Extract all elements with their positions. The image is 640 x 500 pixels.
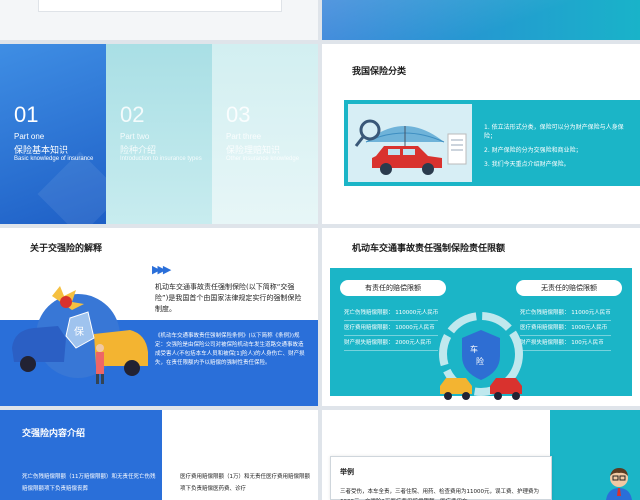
part-number: 03: [226, 102, 251, 127]
bullet-item: 2. 财产保险的分为交强险和商业险；: [484, 147, 582, 154]
part-two-panel: 02 Part two 险种介绍 Introduction to insuran…: [106, 44, 212, 224]
example-text: 三者受伤，本车全责，三者住院、用药、检查费用为11000元，误工费、护理费为60…: [340, 489, 539, 500]
slide-thumbnail-2[interactable]: [322, 0, 640, 40]
part-title: 保险理赔知识: [226, 146, 281, 156]
slide-thumbnail-3[interactable]: 01 Part one 保险基本知识 Basic knowledge of in…: [0, 44, 318, 224]
medical-expense-text: 医疗费用赔偿限额（1万）和无责任医疗费用赔偿限额项下负责赔偿医药费、诊疗: [180, 474, 311, 492]
gradient-band: [322, 0, 640, 40]
intro-paragraph: 机动车交通事故责任强制保险(以下简称“交强险”)是我国首个由国家法律规定实行的强…: [155, 283, 302, 313]
part-label: Part two: [120, 132, 150, 141]
part-number: 02: [120, 102, 145, 127]
part-subtitle: Basic knowledge of insurance: [14, 156, 94, 162]
part-title: 险种介绍: [120, 146, 157, 156]
part-label: Part three: [226, 132, 262, 141]
presenter-avatar: [604, 466, 634, 500]
emblem-text-2: 险: [476, 356, 484, 366]
bullet-item: 3. 我们今天重点介绍财产保险。: [484, 161, 570, 168]
no-liability-header: 无责任的赔偿限额: [516, 280, 622, 296]
slide-thumbnail-7[interactable]: 交强险内容介绍 死亡伤残赔偿限额（11万赔偿限额）和无责任死亡伤残赔偿限额项下负…: [0, 410, 318, 500]
slide-title: 关于交强险的解释: [30, 244, 103, 254]
slide-title: 我国保险分类: [352, 67, 407, 77]
part-one-panel: 01 Part one 保险基本知识 Basic knowledge of in…: [0, 44, 123, 224]
part-subtitle: Introduction to insurance types: [120, 156, 202, 162]
slide-title: 交强险内容介绍: [22, 429, 86, 439]
car-umbrella-illustration: [348, 104, 472, 182]
car-insurance-emblem: 车 险: [438, 312, 524, 402]
part-title: 保险基本知识: [14, 146, 69, 156]
part-subtitle: Other insurance knowledge: [226, 156, 300, 162]
slide-thumbnail-1[interactable]: [0, 0, 318, 40]
part-label: Part one: [14, 132, 45, 141]
limit-item: 财产损失赔偿限额： 2000元人民币: [344, 336, 439, 351]
limit-item: 医疗费用赔偿限额： 10000元人民币: [344, 321, 439, 336]
slide-thumbnail-8[interactable]: 举例 三者受伤，本车全责，三者住院、用药、检查费用为11000元，误工费、护理费…: [322, 410, 640, 500]
with-liability-header: 有责任的赔偿限额: [340, 280, 446, 296]
badge-text: 保: [74, 325, 84, 338]
slide-title: 机动车交通事故责任强制保险责任限额: [352, 244, 506, 254]
chevron-arrows-icon: ▶▶▶: [152, 263, 171, 276]
limit-item: 死亡伤残赔偿限额： 110000元人民币: [344, 306, 439, 321]
slide-thumbnail-6[interactable]: 机动车交通事故责任强制保险责任限额 有责任的赔偿限额 无责任的赔偿限额 死亡伤残…: [322, 228, 640, 406]
part-three-panel: 03 Part three 保险理赔知识 Other insurance kno…: [212, 44, 318, 224]
emblem-text-1: 车: [470, 344, 478, 354]
content-card: [38, 0, 282, 12]
bullet-list: 1. 依立法形式分类，保险可以分为财产保险与人身保险； 2. 财产保险的分为交强…: [484, 123, 624, 174]
limit-item: 医疗费用赔偿限额： 1000元人民币: [520, 321, 611, 336]
limit-item: 死亡伤残赔偿限额： 11000元人民币: [520, 306, 611, 321]
bullet-item: 1. 依立法形式分类，保险可以分为财产保险与人身保险；: [484, 124, 624, 140]
slide-thumbnail-4[interactable]: 我国保险分类 1. 依立法形式分类，保险可以分为财产保险与人身保险； 2. 财产…: [322, 44, 640, 224]
with-liability-list: 死亡伤残赔偿限额： 110000元人民币 医疗费用赔偿限额： 10000元人民币…: [344, 306, 439, 351]
example-label: 举例: [340, 467, 354, 476]
car-accident-illustration: 保: [4, 278, 150, 388]
no-liability-list: 死亡伤残赔偿限额： 11000元人民币 医疗费用赔偿限额： 1000元人民币 财…: [520, 306, 611, 351]
regulation-paragraph: 《机动车交通事故责任强制保险条例》(以下简称《条例》)规定：交强险是由保险公司对…: [155, 333, 305, 366]
part-number: 01: [14, 102, 39, 127]
death-disability-text: 死亡伤残赔偿限额（11万赔偿限额）和无责任死亡伤残赔偿限额项下负责赔偿丧葬: [22, 474, 156, 492]
slide-thumbnail-5[interactable]: 关于交强险的解释 ▶▶▶ 机动车交通事故责任强制保险(以下简称“交强险”)是我国…: [0, 228, 318, 406]
limit-item: 财产损失赔偿限额： 100元人民币: [520, 336, 611, 351]
